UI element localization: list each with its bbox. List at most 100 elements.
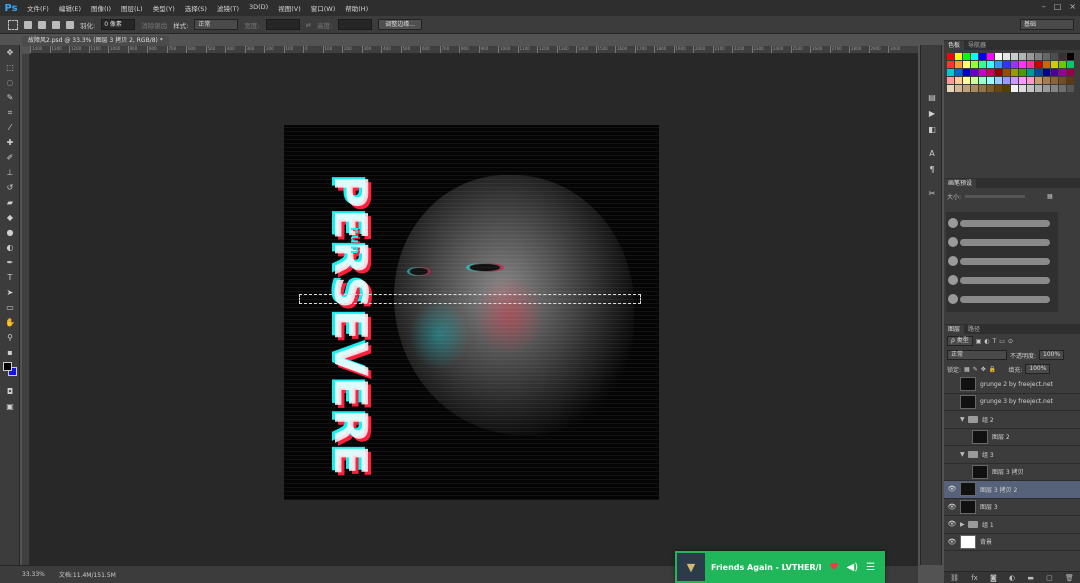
brush-size-slider[interactable] (965, 194, 1026, 198)
layer-kind-filter[interactable]: ρ 类型 (947, 336, 973, 346)
color-swatch[interactable] (979, 53, 986, 60)
layer-thumbnail[interactable] (960, 377, 976, 392)
color-swatch[interactable] (1043, 53, 1050, 60)
healing-brush-tool-icon[interactable]: ✚ (0, 135, 20, 150)
color-swatch[interactable] (971, 69, 978, 76)
color-swatch[interactable] (1011, 61, 1018, 68)
paragraph-panel-icon[interactable]: ¶ (921, 161, 943, 177)
hand-tool-icon[interactable]: ✋ (0, 315, 20, 330)
swap-icon[interactable]: ⇄ (306, 21, 311, 29)
style-select[interactable]: 正常 (194, 19, 239, 30)
color-swatch[interactable] (1059, 61, 1066, 68)
opacity-input[interactable]: 100% (1039, 350, 1065, 360)
color-swatch[interactable] (947, 77, 954, 84)
layer-row[interactable]: 👁▼ 组 3 (944, 446, 1080, 464)
visibility-eye-icon[interactable]: 👁 (944, 433, 960, 441)
album-art-icon[interactable]: ▼ (677, 553, 705, 581)
color-swatch[interactable] (963, 77, 970, 84)
layer-row[interactable]: 👁 grunge 3 by freeject.net (944, 394, 1080, 411)
color-swatch[interactable] (1067, 77, 1074, 84)
color-swatch[interactable] (1035, 77, 1042, 84)
adjustments-panel-icon[interactable]: ◧ (921, 121, 943, 137)
subtract-selection-icon[interactable] (52, 20, 60, 29)
layer-thumbnail[interactable] (960, 394, 976, 409)
heart-icon[interactable]: ♥ (830, 562, 839, 573)
brush-list[interactable] (946, 212, 1058, 312)
color-swatch[interactable] (995, 53, 1002, 60)
move-tool-icon[interactable]: ✥ (0, 45, 20, 60)
add-selection-icon[interactable] (38, 20, 46, 29)
screen-mode-icon[interactable]: ▣ (0, 399, 20, 414)
color-swatch[interactable] (1011, 77, 1018, 84)
pen-tool-icon[interactable]: ✒ (0, 255, 20, 270)
color-swatch[interactable] (955, 77, 962, 84)
color-swatch[interactable] (955, 61, 962, 68)
blur-tool-icon[interactable]: ● (0, 225, 20, 240)
minimize-button[interactable]: – (1042, 2, 1046, 11)
color-swatch[interactable] (1011, 69, 1018, 76)
layer-row[interactable]: 👁 图层 3 拷贝 (944, 464, 1080, 481)
brush-stroke[interactable] (960, 258, 1050, 265)
color-swatch[interactable] (1043, 77, 1050, 84)
color-swatch[interactable] (971, 61, 978, 68)
tab-brush-presets[interactable]: 画笔预设 (944, 179, 977, 188)
character-panel-icon[interactable]: A (921, 145, 943, 161)
color-swatch[interactable] (1067, 53, 1074, 60)
color-swatch[interactable] (1027, 53, 1034, 60)
canvas-area[interactable]: PERSEVERE PERSEVERE PERSEVERE run run (30, 54, 918, 565)
layer-row[interactable]: 👁▼ 组 2 (944, 411, 1080, 429)
tab-swatches[interactable]: 色板 (944, 41, 965, 50)
link-layers-icon[interactable]: ⛓ (950, 574, 959, 582)
fx-icon[interactable]: fx (971, 574, 978, 582)
color-swatch[interactable] (971, 85, 978, 92)
color-swatch[interactable] (987, 85, 994, 92)
color-swatches[interactable] (0, 360, 20, 384)
playlist-icon[interactable]: ☰ (866, 562, 875, 573)
history-brush-tool-icon[interactable]: ↺ (0, 180, 20, 195)
color-swatch[interactable] (1027, 77, 1034, 84)
brush-tip[interactable] (948, 237, 958, 247)
clone-stamp-tool-icon[interactable]: ⊥ (0, 165, 20, 180)
color-swatch[interactable] (1019, 77, 1026, 84)
color-swatch[interactable] (1035, 53, 1042, 60)
menu-item[interactable]: 文件(F) (22, 3, 54, 13)
color-swatch[interactable] (1059, 77, 1066, 84)
color-swatch[interactable] (971, 77, 978, 84)
eyedropper-tool-icon[interactable]: ⁄ (0, 120, 20, 135)
group-toggle-icon[interactable]: ▶ (960, 521, 968, 528)
color-swatch[interactable] (963, 61, 970, 68)
color-swatch[interactable] (1003, 69, 1010, 76)
color-swatch[interactable] (1019, 85, 1026, 92)
shape-tool-icon[interactable]: ▭ (0, 300, 20, 315)
foreground-color[interactable] (3, 362, 12, 371)
brush-tip[interactable] (948, 275, 958, 285)
color-swatch[interactable] (987, 69, 994, 76)
visibility-eye-icon[interactable]: 👁 (944, 468, 960, 476)
quick-mask-icon[interactable]: ◘ (0, 384, 20, 399)
path-select-tool-icon[interactable]: ➤ (0, 285, 20, 300)
menu-item[interactable]: 图像(I) (86, 3, 116, 13)
brush-stroke[interactable] (960, 220, 1050, 227)
color-swatch[interactable] (947, 53, 954, 60)
color-swatch[interactable] (1067, 69, 1074, 76)
menu-item[interactable]: 类型(Y) (148, 3, 180, 13)
layer-thumbnail[interactable] (972, 429, 988, 444)
document-size[interactable]: 文档:11.4M/151.5M (59, 570, 116, 579)
new-layer-icon[interactable]: ▢ (1046, 574, 1053, 582)
color-swatch[interactable] (963, 53, 970, 60)
color-swatch[interactable] (987, 61, 994, 68)
layer-thumbnail[interactable] (960, 534, 976, 549)
color-swatch[interactable] (1019, 61, 1026, 68)
layer-thumbnail[interactable] (972, 464, 988, 479)
color-swatch[interactable] (963, 69, 970, 76)
layer-thumbnail[interactable] (960, 482, 976, 497)
color-swatch[interactable] (947, 69, 954, 76)
eraser-tool-icon[interactable]: ▰ (0, 195, 20, 210)
lock-icons[interactable]: ▦✎✥🔒 (964, 366, 999, 373)
type-tool-icon[interactable]: T (0, 270, 20, 285)
height-input[interactable] (338, 19, 373, 30)
workspace-select[interactable]: 基础 (1020, 19, 1074, 30)
visibility-eye-icon[interactable]: 👁 (944, 380, 960, 388)
brush-stroke[interactable] (960, 296, 1050, 303)
color-swatch[interactable] (1043, 85, 1050, 92)
